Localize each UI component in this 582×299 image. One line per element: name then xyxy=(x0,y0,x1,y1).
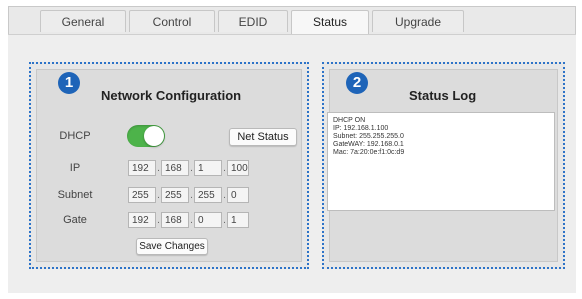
tab-control[interactable]: Control xyxy=(129,10,215,32)
step-badge-1: 1 xyxy=(58,72,80,94)
net-status-button[interactable]: Net Status xyxy=(229,128,297,146)
tab-edid[interactable]: EDID xyxy=(218,10,288,32)
log-line: IP: 192.168.1.100 xyxy=(333,125,389,132)
tab-upgrade[interactable]: Upgrade xyxy=(372,10,464,32)
ip-octet-4[interactable]: 100 xyxy=(227,160,249,176)
log-line: DHCP ON xyxy=(333,117,366,124)
network-config-title: Network Configuration xyxy=(101,88,242,103)
gate-octet-3[interactable]: 0 xyxy=(194,212,222,228)
subnet-field: 255 . 255 . 255 . 0 xyxy=(128,187,249,203)
dhcp-toggle[interactable] xyxy=(127,125,165,147)
subnet-octet-4[interactable]: 0 xyxy=(227,187,249,203)
tab-general[interactable]: General xyxy=(40,10,126,32)
subnet-label: Subnet xyxy=(57,189,93,201)
log-line: Subnet: 255.255.255.0 xyxy=(333,133,404,140)
ip-octet-2[interactable]: 168 xyxy=(161,160,189,176)
status-log-title: Status Log xyxy=(409,88,477,103)
ip-label: IP xyxy=(69,162,81,174)
dhcp-label: DHCP xyxy=(59,130,91,142)
ip-octet-3[interactable]: 1 xyxy=(194,160,222,176)
log-line: GateWAY: 192.168.0.1 xyxy=(333,141,404,148)
tab-status[interactable]: Status xyxy=(291,10,369,35)
status-log-textarea[interactable]: DHCP ON IP: 192.168.1.100 Subnet: 255.25… xyxy=(327,112,555,211)
gate-label: Gate xyxy=(63,214,87,226)
subnet-octet-1[interactable]: 255 xyxy=(128,187,156,203)
gate-octet-1[interactable]: 192 xyxy=(128,212,156,228)
gate-field: 192 . 168 . 0 . 1 xyxy=(128,212,249,228)
gate-octet-2[interactable]: 168 xyxy=(161,212,189,228)
tab-bar: General Control EDID Status Upgrade xyxy=(40,10,464,35)
ip-field: 192 . 168 . 1 . 100 xyxy=(128,160,249,176)
step-badge-2: 2 xyxy=(346,72,368,94)
ip-octet-1[interactable]: 192 xyxy=(128,160,156,176)
subnet-octet-3[interactable]: 255 xyxy=(194,187,222,203)
log-line: Mac: 7a:20:0e:f1:0c:d9 xyxy=(333,149,405,156)
toggle-knob xyxy=(144,126,164,146)
save-changes-button[interactable]: Save Changes xyxy=(136,238,208,255)
subnet-octet-2[interactable]: 255 xyxy=(161,187,189,203)
gate-octet-4[interactable]: 1 xyxy=(227,212,249,228)
